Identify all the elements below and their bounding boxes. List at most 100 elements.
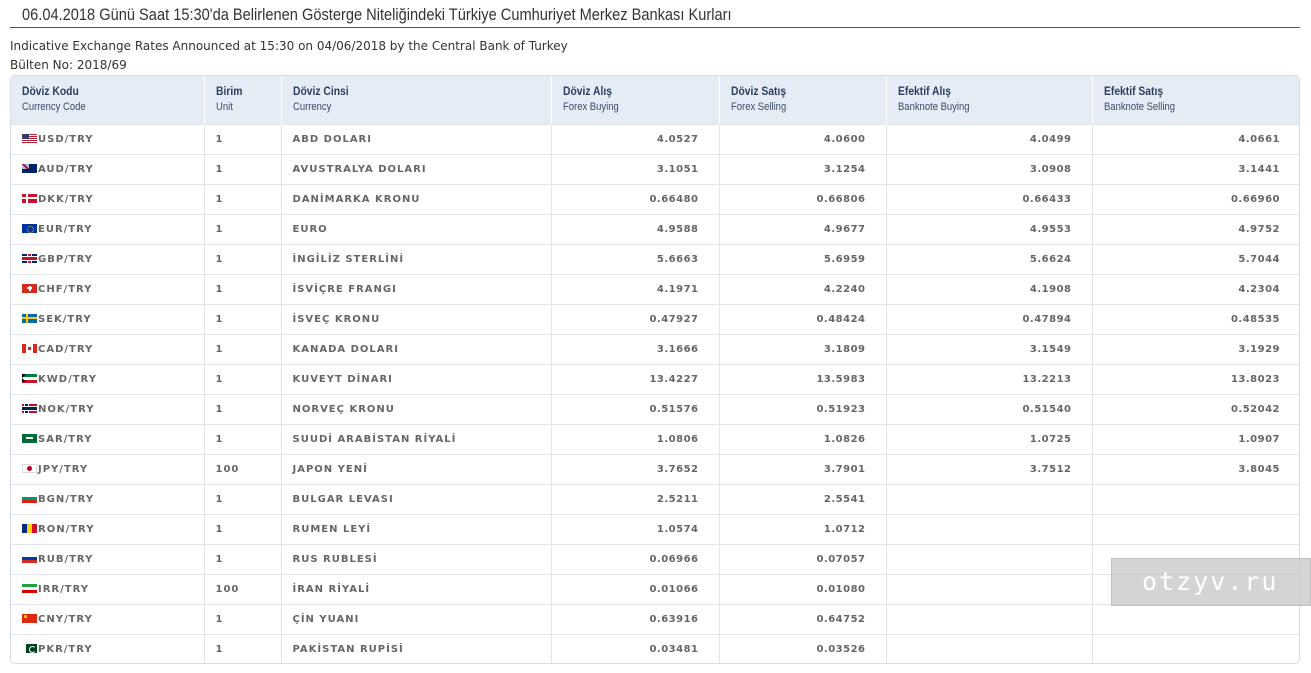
cell-currency-code: PKR/TRY (11, 633, 205, 663)
cell-forex-selling: 2.5541 (719, 483, 887, 514)
cell-forex-buying: 0.06966 (551, 543, 720, 574)
cell-unit: 1 (204, 363, 282, 394)
cell-forex-selling: 0.03526 (719, 633, 887, 663)
cell-forex-selling: 4.2240 (719, 273, 887, 304)
cell-unit: 1 (204, 153, 282, 184)
cell-currency-name: AVUSTRALYA DOLARI (281, 153, 552, 184)
column-header-en: Forex Buying (562, 101, 619, 114)
sek-flag-icon (22, 313, 37, 323)
cell-currency-code: RON/TRY (11, 513, 205, 544)
cell-forex-buying: 13.4227 (551, 363, 720, 394)
nok-flag-icon (22, 403, 37, 413)
cell-unit: 1 (204, 213, 282, 244)
cell-banknote-buying: 3.0908 (886, 153, 1093, 184)
cell-currency-code: CNY/TRY (11, 603, 205, 634)
column-header-tr: Döviz Cinsi (292, 84, 349, 99)
cell-banknote-selling (1092, 483, 1299, 514)
cell-forex-selling: 0.51923 (719, 393, 887, 424)
cell-currency-name: KUVEYT DİNARI (281, 363, 552, 394)
table-row: CHF/TRY 1 İSVİÇRE FRANGI 4.1971 4.2240 4.1908… (11, 273, 1299, 304)
column-header-banknote-selling: Efektif Satış Banknote Selling (1092, 76, 1299, 124)
cell-unit: 1 (204, 333, 282, 364)
column-header-forex-selling: Döviz Satış Forex Selling (719, 76, 887, 124)
cell-forex-selling: 0.64752 (719, 603, 887, 634)
currency-code-text: PKR/TRY (38, 643, 93, 655)
cell-currency-name: EURO (281, 213, 552, 244)
cell-currency-name: KANADA DOLARI (281, 333, 552, 364)
cell-banknote-buying: 3.1549 (886, 333, 1093, 364)
cell-forex-selling: 3.1254 (719, 153, 887, 184)
table-row: AUD/TRY 1 AVUSTRALYA DOLARI 3.1051 3.1254 3.0… (11, 153, 1299, 184)
pkr-flag-icon (22, 643, 37, 653)
cell-forex-buying: 3.1051 (551, 153, 720, 184)
cell-currency-name: İNGİLİZ STERLİNİ (281, 243, 552, 274)
table-row: JPY/TRY 100 JAPON YENİ 3.7652 3.7901 3.7512 3.… (11, 453, 1299, 484)
cell-forex-buying: 0.63916 (551, 603, 720, 634)
watermark: otzyv.ru (1111, 558, 1311, 606)
cell-currency-code: CAD/TRY (11, 333, 205, 364)
bulletin-number: Bülten No: 2018/69 (10, 58, 127, 72)
cell-unit: 1 (204, 243, 282, 274)
cell-forex-selling: 0.07057 (719, 543, 887, 574)
cell-forex-selling: 0.66806 (719, 183, 887, 214)
currency-code-text: RUB/TRY (38, 553, 94, 565)
cell-unit: 1 (204, 273, 282, 304)
column-header-unit: Birim Unit (204, 76, 282, 124)
header-row: Döviz Kodu Currency Code Birim Unit Döviz Ci… (11, 76, 1299, 124)
cell-currency-code: KWD/TRY (11, 363, 205, 394)
cell-currency-name: RUMEN LEYİ (281, 513, 552, 544)
currency-code-text: DKK/TRY (38, 193, 94, 205)
cell-banknote-selling: 4.9752 (1092, 213, 1299, 244)
cell-currency-name: JAPON YENİ (281, 453, 552, 484)
table-row: CNY/TRY 1 ÇİN YUANI 0.63916 0.64752 (11, 603, 1299, 634)
cell-forex-buying: 4.9588 (551, 213, 720, 244)
cad-flag-icon (22, 343, 37, 353)
table-row: RUB/TRY 1 RUS RUBLESİ 0.06966 0.07057 (11, 543, 1299, 574)
cell-forex-selling: 4.9677 (719, 213, 887, 244)
cell-banknote-buying: 1.0725 (886, 423, 1093, 454)
cell-unit: 100 (204, 573, 282, 604)
cell-forex-buying: 4.1971 (551, 273, 720, 304)
table-row: EUR/TRY 1 EURO 4.9588 4.9677 4.9553 4.9752 (11, 213, 1299, 244)
cell-forex-selling: 0.48424 (719, 303, 887, 334)
cell-banknote-buying (886, 483, 1093, 514)
exchange-rates-table: Döviz Kodu Currency Code Birim Unit Döviz Ci… (11, 76, 1299, 663)
cell-currency-name: RUS RUBLESİ (281, 543, 552, 574)
cell-forex-buying: 1.0806 (551, 423, 720, 454)
cell-currency-code: DKK/TRY (11, 183, 205, 214)
table-row: USD/TRY 1 ABD DOLARI 4.0527 4.0600 4.0499 4.06… (11, 123, 1299, 154)
table-row: CAD/TRY 1 KANADA DOLARI 3.1666 3.1809 3.1549 3… (11, 333, 1299, 364)
cell-currency-code: EUR/TRY (11, 213, 205, 244)
cell-forex-buying: 3.7652 (551, 453, 720, 484)
cell-banknote-buying: 0.66433 (886, 183, 1093, 214)
column-header-en: Currency Code (22, 101, 86, 114)
column-header-tr: Birim (215, 84, 242, 99)
cell-currency-name: PAKİSTAN RUPİSİ (281, 633, 552, 663)
cell-currency-name: ÇİN YUANI (281, 603, 552, 634)
cell-forex-buying: 0.51576 (551, 393, 720, 424)
currency-code-text: BGN/TRY (38, 493, 95, 505)
cell-forex-selling: 1.0712 (719, 513, 887, 544)
cell-forex-buying: 0.01066 (551, 573, 720, 604)
currency-code-text: JPY/TRY (38, 463, 89, 475)
cell-banknote-buying: 0.51540 (886, 393, 1093, 424)
cell-unit: 1 (204, 303, 282, 334)
cell-forex-selling: 3.7901 (719, 453, 887, 484)
rub-flag-icon (22, 553, 37, 563)
cell-banknote-selling: 4.0661 (1092, 123, 1299, 154)
cell-banknote-selling: 0.66960 (1092, 183, 1299, 214)
cell-forex-buying: 0.03481 (551, 633, 720, 663)
currency-code-text: SAR/TRY (38, 433, 93, 445)
cell-banknote-selling: 4.2304 (1092, 273, 1299, 304)
table-row: SAR/TRY 1 SUUDİ ARABİSTAN RİYALİ 1.0806 1.08… (11, 423, 1299, 454)
cny-flag-icon (22, 613, 37, 623)
column-header-currency: Döviz Cinsi Currency (281, 76, 552, 124)
cell-forex-selling: 0.01080 (719, 573, 887, 604)
table-row: SEK/TRY 1 İSVEÇ KRONU 0.47927 0.48424 0.47894… (11, 303, 1299, 334)
cell-forex-buying: 4.0527 (551, 123, 720, 154)
cell-currency-code: GBP/TRY (11, 243, 205, 274)
cell-banknote-buying: 13.2213 (886, 363, 1093, 394)
title-divider (10, 27, 1300, 28)
cell-banknote-selling: 0.52042 (1092, 393, 1299, 424)
cell-forex-buying: 2.5211 (551, 483, 720, 514)
